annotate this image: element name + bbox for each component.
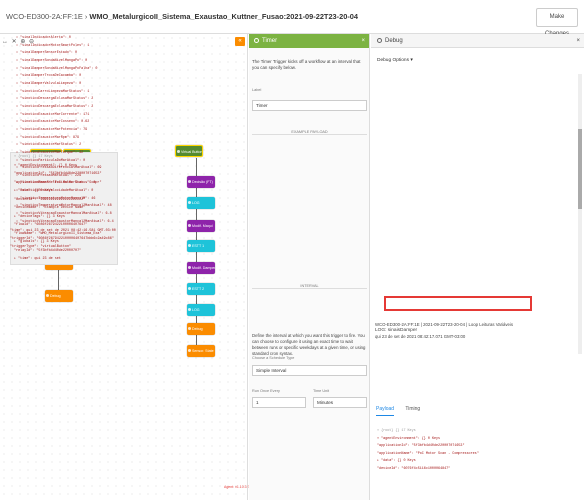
- debug-line: • "sinoticoExaustorMarRpm": 879: [16, 135, 80, 140]
- bug-icon: [377, 38, 382, 43]
- flow-node[interactable]: Debug: [45, 290, 73, 302]
- debug-line: • "sinoticoDescargaEclusaMarStatus": 2: [16, 104, 94, 109]
- interval-description: Define the interval at which you want th…: [252, 333, 366, 357]
- label-caption: Label: [252, 88, 262, 92]
- payload-line: ▾ {root} {} 17 Keys: [377, 429, 416, 433]
- debug-options-dropdown[interactable]: Debug Options ▾: [377, 58, 413, 63]
- timer-title: Timer: [262, 38, 278, 44]
- debug-line: • "sinalDamperSensorEstado": 0: [16, 51, 78, 56]
- payload-line: ▾ "agentEnvironment": {} 0 Keys: [377, 436, 441, 441]
- schedule-type-select[interactable]: Simple Interval: [252, 365, 367, 376]
- time-unit-caption: Time Unit: [313, 389, 330, 393]
- timer-description: The Timer Trigger kicks off a workflow a…: [252, 59, 361, 71]
- flow-node[interactable]: Sensor. State: [187, 345, 215, 357]
- debug-time-line: "time": qui 23 de set de 2021 08:42:16.5…: [10, 229, 116, 234]
- breadcrumb: WCO-ED300-2A:FF:1E › WMO_MetalurgicoII_S…: [6, 12, 358, 21]
- debug-line: • "sinoticoVibracaoExaustorMancal2MarAtu…: [16, 219, 114, 224]
- debug-line: • "sinoticoExaustorMarTorque": 32: [16, 150, 84, 155]
- debug-tabs: Payload Timing: [376, 406, 430, 416]
- label-input[interactable]: Timer: [252, 100, 367, 111]
- flow-node[interactable]: Debug: [187, 323, 215, 335]
- flow-node[interactable]: LOG: [187, 304, 215, 316]
- debug-line: • "sinoticoExaustorMarStatus": 2: [16, 143, 82, 148]
- example-payload-header: EXAMPLE PAYLOAD: [252, 130, 367, 135]
- debug-line: • "sinoticoTemperaturaMotorMancalM": 46: [16, 196, 96, 201]
- payload-line: "applicationId": "5f3bfb4d40de2200070716…: [377, 444, 465, 449]
- debug-line: • "sinoticoExaustorMarPotencia": 79: [16, 127, 88, 132]
- debug-line: • "sinoticoDescargaEclusaMarStatus": 2: [16, 97, 94, 102]
- breadcrumb-separator: ›: [84, 12, 88, 21]
- scrollbar[interactable]: [578, 74, 582, 354]
- debug-message-info: WCO-ED300-2A:FF:1E | 2021-09-22T23-20-04…: [375, 322, 580, 340]
- close-icon[interactable]: ×: [361, 34, 365, 48]
- debug-line: • "sinoticoTemperaturaMotorMancal2MarAtu…: [16, 204, 112, 209]
- debug-line: • "sinoticoPressaoDiferencialMarAtual": …: [16, 166, 102, 171]
- debug-line: "triggerType": "virtualButton": [10, 244, 72, 249]
- tab-timing[interactable]: Timing: [405, 406, 420, 412]
- highlight-box: [384, 296, 532, 311]
- debug-title: Debug: [385, 38, 403, 44]
- timer-header: Timer ×: [249, 34, 369, 48]
- debug-line: • "sinoticoCarroLimpezaMarStatus": 1: [16, 89, 90, 94]
- tab-payload[interactable]: Payload: [376, 406, 395, 416]
- debug-line: • "sinoticoRoscaHelicoidalMarStatus": 2: [16, 181, 96, 186]
- close-icon[interactable]: ×: [576, 34, 580, 48]
- debug-line: "triggerId": "6086f2679422100006407647bb…: [10, 237, 114, 242]
- run-once-input[interactable]: 1: [252, 397, 306, 408]
- schedule-caption: Choose a Schedule Type: [252, 356, 295, 360]
- debug-line: • "sinoticoRoscaVelocidadeMarAtual": 0: [16, 189, 94, 194]
- debug-message-list: • "sinalIndicadorAlerta": 0 • "sinalIndic…: [10, 35, 204, 251]
- timer-panel: Timer × The Timer Trigger kicks off a wo…: [249, 34, 370, 500]
- message-time: qui 23 de set de 2021 08:42:17.071 GMT-0…: [375, 334, 466, 339]
- top-bar: WCO-ED300-2A:FF:1E › WMO_MetalurgicoII_S…: [0, 0, 584, 37]
- debug-line: • "sinoticoVibracaoExaustorMancalMarAtua…: [16, 212, 112, 217]
- flow-title: WMO_MetalurgicoII_Sistema_Exaustao_Kuttn…: [89, 12, 359, 21]
- run-once-caption: Run Once Every: [252, 389, 280, 393]
- debug-header: Debug ×: [371, 34, 584, 48]
- payload-line: "applicationName": "PoC Motor Scan - Com…: [377, 451, 479, 456]
- debug-line: • "sinalIndicadorAlerta": 0: [16, 36, 71, 40]
- collapse-icon[interactable]: «: [235, 37, 245, 46]
- make-changes-button[interactable]: Make Changes: [536, 8, 578, 37]
- debug-line: • "sinoticoExaustorMarCosseno": 0.62: [16, 120, 90, 125]
- breadcrumb-device[interactable]: WCO-ED300-2A:FF:1E: [6, 12, 83, 21]
- debug-line: • "sinalDamperSondaNivelMangaPo": 0: [16, 58, 88, 63]
- flow-node[interactable]: Modif. Damper: [187, 262, 215, 274]
- interval-header: INTERVAL: [252, 284, 367, 289]
- time-unit-select[interactable]: Minutes: [313, 397, 367, 408]
- debug-line: • "sinalDamperValvulaLimpeza": 0: [16, 81, 82, 86]
- debug-line: • "sinalIndicadorMotorSmartPoles": 1: [16, 43, 90, 48]
- scrollbar-thumb[interactable]: [578, 129, 582, 209]
- debug-line: • "sinalDamperTrocaDeCacamba": 0: [16, 74, 82, 79]
- debug-payload: ▾ {root} {} 17 Keys ▾ "agentEnvironment"…: [377, 428, 577, 474]
- payload-line: "deviceId": "6076f4c5116c1000064847": [377, 466, 451, 471]
- flow-node[interactable]: ESTT 2: [187, 283, 215, 295]
- payload-line: ▸ "data": {} 0 Keys: [377, 459, 416, 464]
- debug-line: • "sinoticoExaustorMarCorrente": 171: [16, 112, 90, 117]
- agent-version: Agent: v1.10.3 ?: [224, 485, 250, 489]
- clock-icon: [254, 38, 259, 43]
- payload-line: ▸ "time": qui 23 de set: [14, 257, 61, 261]
- debug-line: • "sinalDamperSondaNivelMangaPoFalha": 0: [16, 66, 98, 71]
- debug-line: • "sinoticoPressaoMarAtual": 229: [16, 173, 82, 178]
- debug-line: • "sinoticoParticulaDoMarAtual": 0: [16, 158, 86, 163]
